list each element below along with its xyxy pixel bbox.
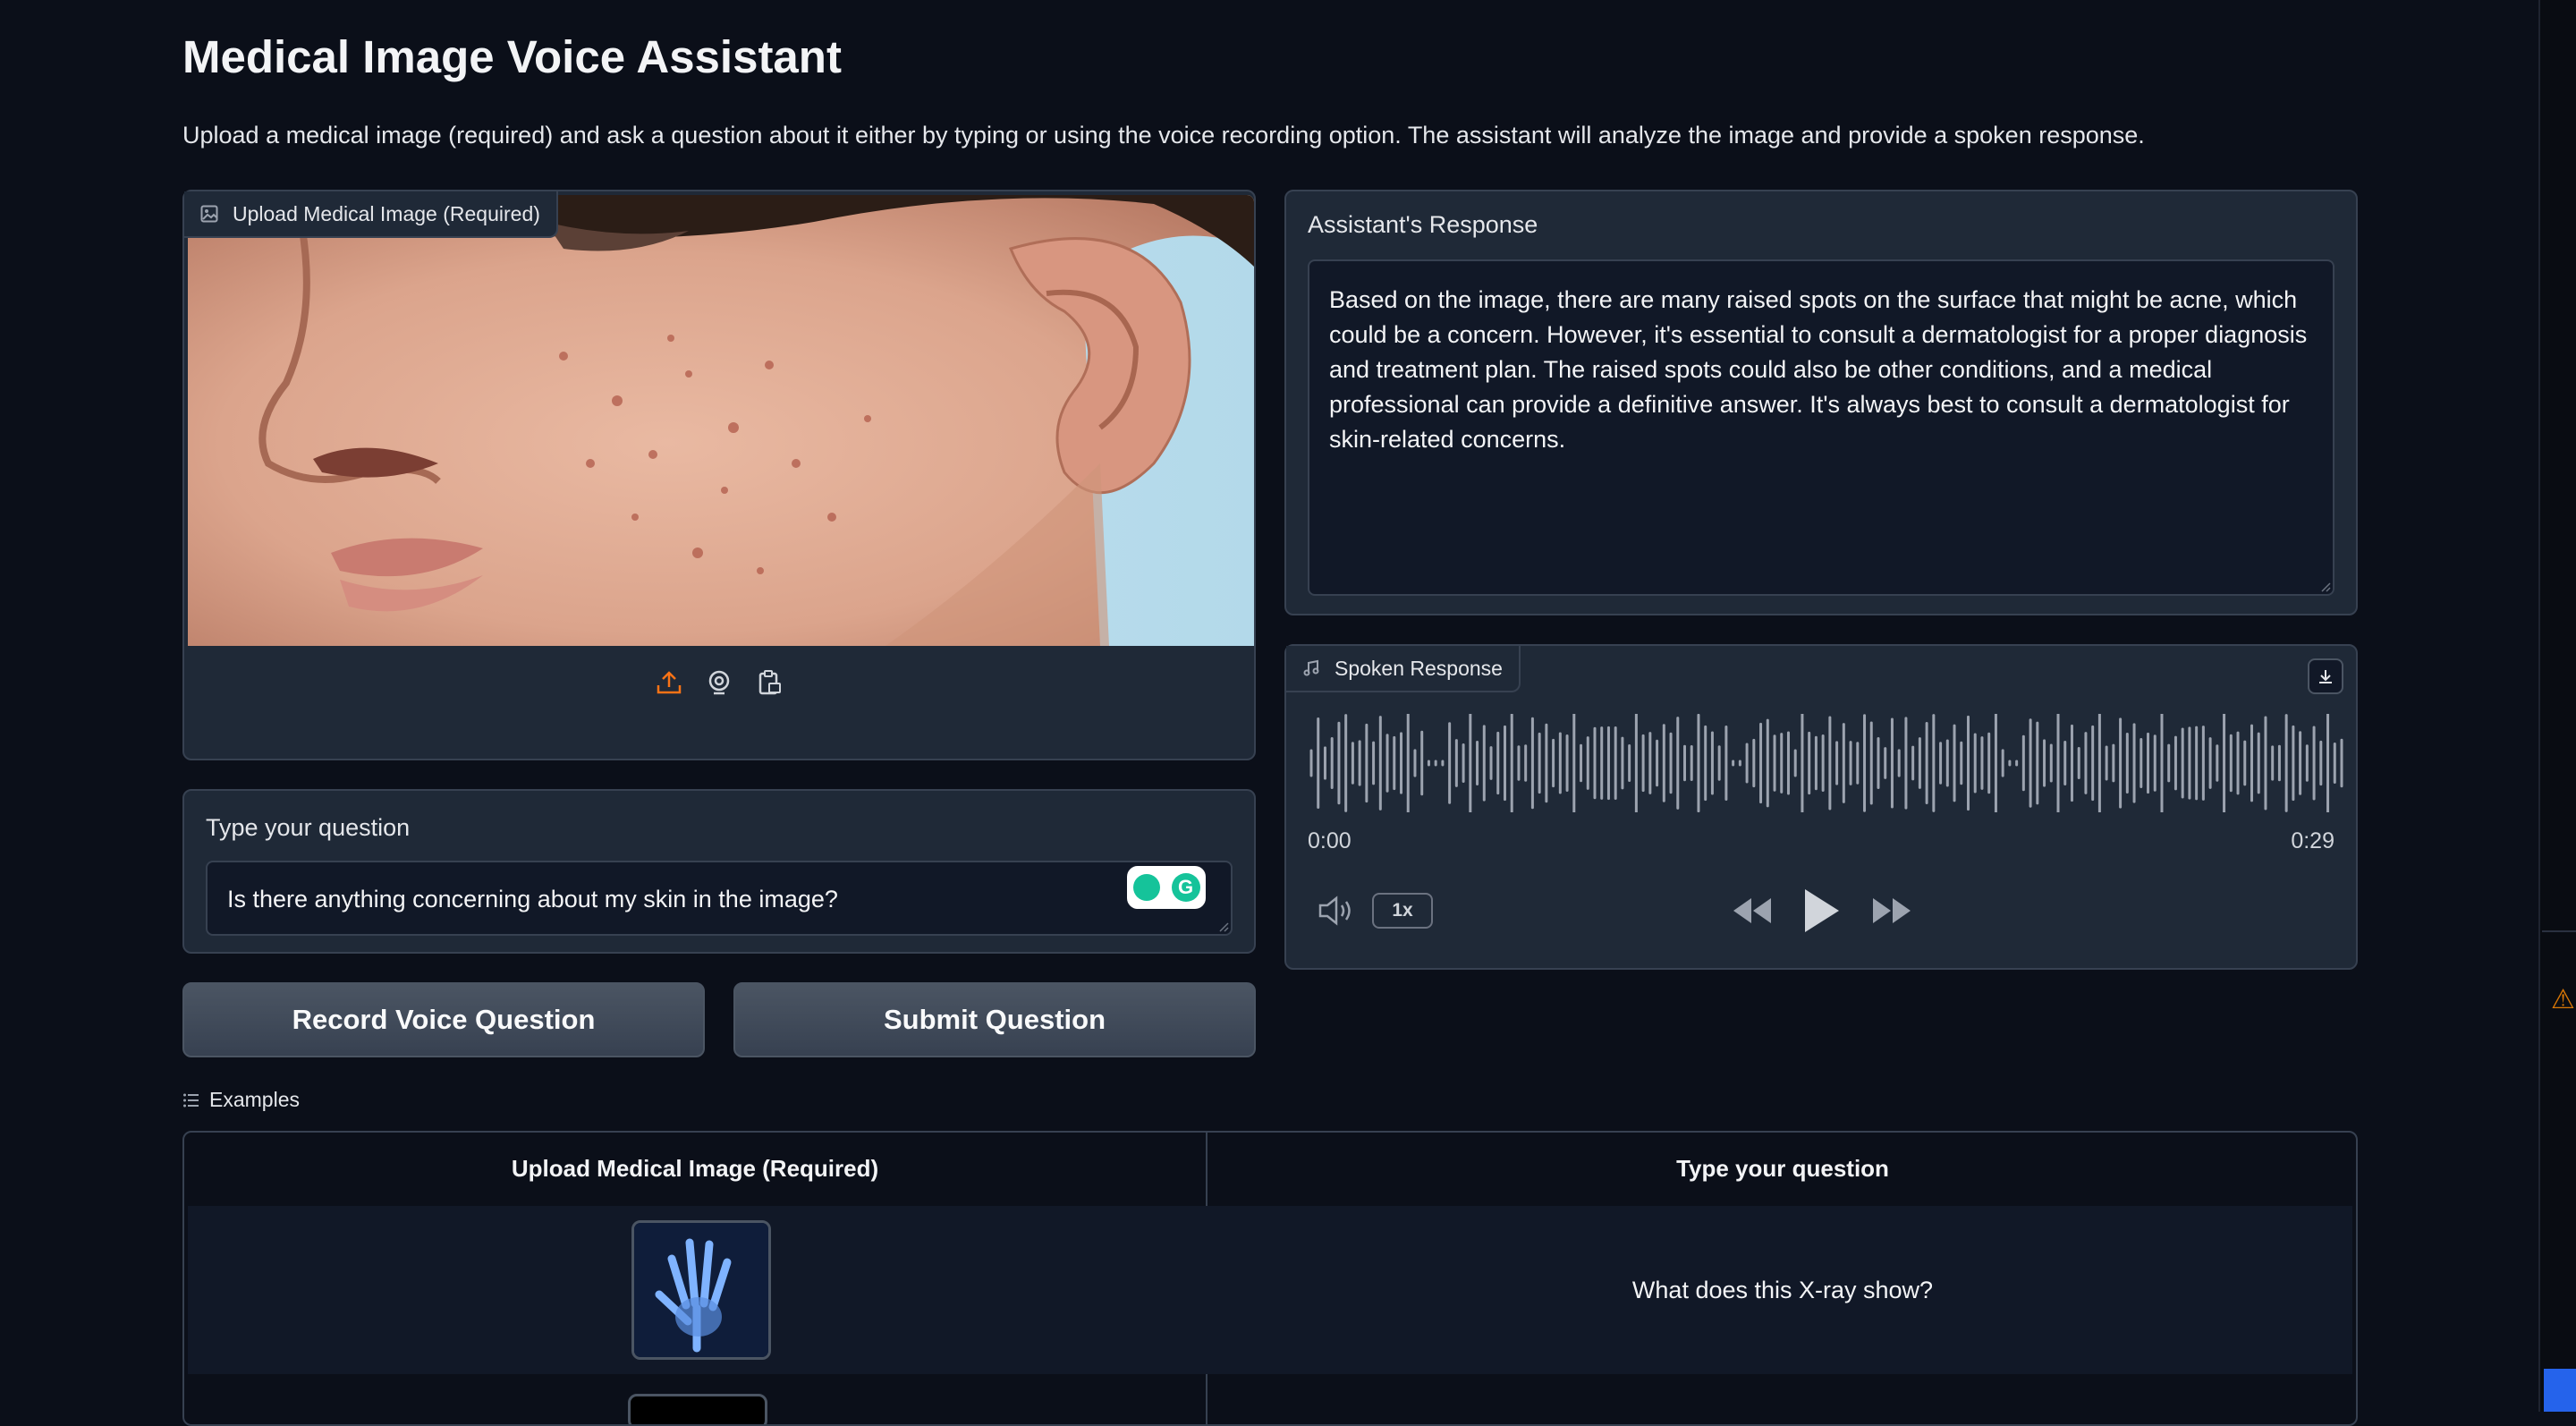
list-icon [183, 1093, 199, 1107]
grammarly-widget[interactable]: G [1127, 866, 1206, 909]
resize-handle-icon[interactable] [2318, 580, 2331, 592]
response-label: Assistant's Response [1308, 211, 1538, 238]
corner-indicator [2544, 1369, 2576, 1412]
upload-icon[interactable] [656, 669, 682, 696]
clipboard-icon[interactable] [756, 669, 783, 696]
response-panel: Assistant's Response Based on the image,… [1284, 190, 2358, 615]
grammarly-icon: G [1171, 873, 1200, 902]
submit-question-button[interactable]: Submit Question [733, 982, 1256, 1057]
example-thumbnail-2[interactable] [628, 1394, 767, 1424]
edge-divider [2542, 930, 2576, 932]
image-source-toolbar [184, 648, 1254, 717]
grammarly-lightbulb-icon [1132, 874, 1160, 901]
table-row[interactable]: What does this X-ray show? [188, 1206, 2352, 1374]
volume-icon[interactable] [1317, 895, 1356, 931]
page-description: Upload a medical image (required) and as… [182, 122, 2145, 149]
image-upload-panel: Upload Medical Image (Required) [182, 190, 1256, 760]
examples-header: Examples [182, 1088, 300, 1112]
image-icon [200, 205, 218, 223]
resize-handle-icon[interactable] [1216, 920, 1229, 932]
question-label: Type your question [206, 814, 411, 841]
page-title: Medical Image Voice Assistant [182, 31, 842, 82]
example-question: What does this X-ray show? [1631, 1276, 1934, 1303]
image-upload-label: Upload Medical Image (Required) [184, 191, 558, 238]
examples-table: Upload Medical Image (Required) Type you… [182, 1131, 2358, 1426]
audio-label: Spoken Response [1286, 646, 1521, 692]
fast-forward-icon[interactable] [1869, 895, 1914, 931]
question-input[interactable]: Is there anything concerning about my sk… [206, 861, 1233, 936]
window-edge: ⚠ [2538, 0, 2576, 1412]
column-header-question: Type your question [1676, 1154, 1889, 1182]
music-note-icon [1303, 659, 1319, 676]
record-voice-button[interactable]: Record Voice Question [182, 982, 705, 1057]
current-time: 0:00 [1308, 828, 1352, 853]
warning-icon: ⚠ [2551, 985, 2575, 1014]
play-icon[interactable] [1800, 886, 1843, 940]
column-header-image: Upload Medical Image (Required) [511, 1154, 879, 1182]
audio-panel: Spoken Response 0:00 0:29 1x [1284, 644, 2358, 970]
response-text: Based on the image, there are many raise… [1329, 286, 2308, 453]
xray-hand-thumbnail [631, 1220, 771, 1360]
response-textarea[interactable]: Based on the image, there are many raise… [1308, 259, 2334, 596]
examples-table-header: Upload Medical Image (Required) Type you… [184, 1133, 2356, 1204]
webcam-icon[interactable] [706, 669, 733, 696]
examples-label: Examples [209, 1088, 300, 1111]
download-icon[interactable] [2308, 658, 2343, 694]
audio-label-text: Spoken Response [1335, 656, 1503, 680]
audio-waveform[interactable] [1308, 714, 2345, 812]
rewind-icon[interactable] [1730, 895, 1775, 931]
question-input-value: Is there anything concerning about my sk… [227, 886, 838, 912]
question-panel: Type your question Is there anything con… [182, 789, 1256, 954]
image-upload-label-text: Upload Medical Image (Required) [233, 201, 540, 225]
uploaded-face-image [188, 195, 1254, 646]
playback-speed-button[interactable]: 1x [1372, 893, 1433, 929]
duration: 0:29 [2291, 828, 2334, 853]
